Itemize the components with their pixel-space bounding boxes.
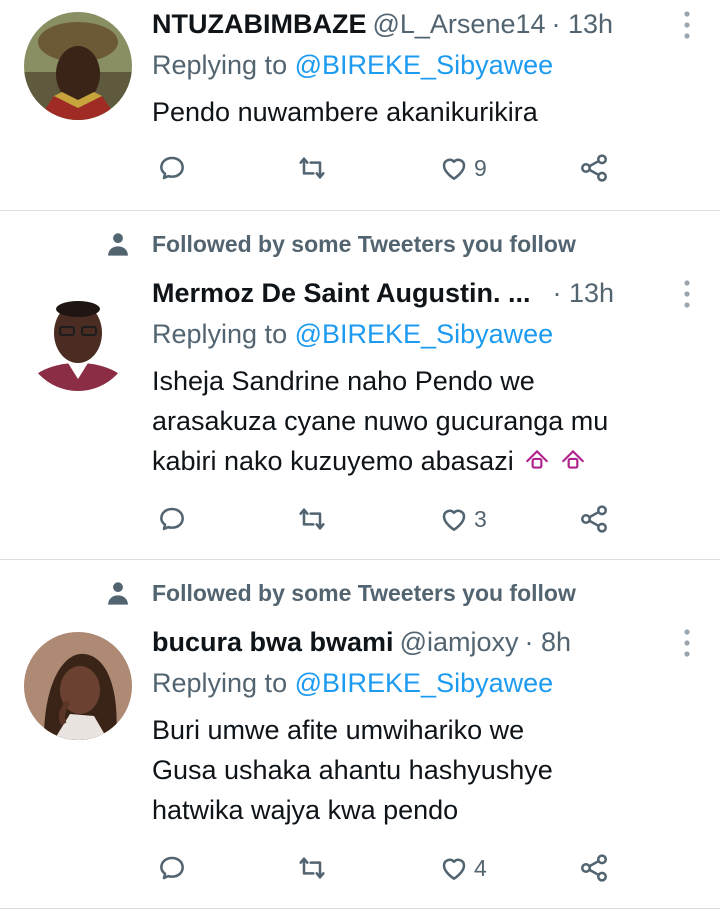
divider: [0, 908, 720, 909]
replying-to: Replying to @BIREKE_Sibyawee: [152, 319, 553, 350]
mention-link[interactable]: @BIREKE_Sibyawee: [295, 319, 554, 349]
display-name[interactable]: Mermoz De Saint Augustin. ...: [152, 278, 531, 309]
replying-to-label: Replying to: [152, 50, 288, 80]
like-icon: [442, 858, 466, 880]
share-button[interactable]: [578, 848, 610, 888]
like-button[interactable]: 4: [438, 848, 487, 888]
like-count: 4: [474, 854, 487, 881]
reply-button[interactable]: [156, 148, 188, 188]
person-icon: [108, 233, 128, 256]
social-context-text: Followed by some Tweeters you follow: [152, 579, 576, 606]
tweet[interactable]: Followed by some Tweeters you follow Mer…: [0, 211, 720, 559]
tweet-text-line: Isheja Sandrine naho Pendo we: [152, 366, 535, 396]
avatar[interactable]: [24, 283, 132, 391]
tweet-text-line: hatwika wajya kwa pendo: [152, 795, 459, 825]
tweet[interactable]: Followed by some Tweeters you follow buc…: [0, 560, 720, 908]
reply-button[interactable]: [156, 848, 188, 888]
tweet-text-line: arasakuza cyane nuwo gucuranga mu: [152, 406, 609, 436]
retweet-button[interactable]: [296, 848, 328, 888]
share-icon: [581, 505, 607, 533]
user-handle[interactable]: @L_Arsene14: [372, 9, 545, 40]
tweet-text-line-content: kabiri nako kuzuyemo abasazi: [152, 446, 514, 476]
retweet-button[interactable]: [296, 499, 328, 539]
tweet-header: NTUZABIMBAZE @L_Arsene14 · 13h: [152, 4, 690, 44]
emoji-icon: [561, 450, 584, 469]
reply-icon: [160, 156, 184, 180]
share-icon: [581, 854, 607, 882]
tweet-text-line: kabiri nako kuzuyemo abasazi: [152, 441, 690, 481]
reply-icon: [160, 507, 184, 531]
timestamp[interactable]: · 8h: [525, 627, 572, 658]
display-name[interactable]: bucura bwa bwami: [152, 627, 394, 658]
more-icon[interactable]: [682, 628, 692, 658]
replying-to: Replying to @BIREKE_Sibyawee: [152, 50, 553, 81]
timestamp[interactable]: · 13h: [553, 278, 615, 309]
tweet[interactable]: NTUZABIMBAZE @L_Arsene14 · 13h Replying …: [0, 0, 720, 210]
mention-link[interactable]: @BIREKE_Sibyawee: [295, 50, 554, 80]
social-context: Followed by some Tweeters you follow: [104, 578, 576, 608]
user-handle[interactable]: @iamjoxy: [400, 627, 519, 658]
tweet-text: Isheja Sandrine naho Pendo we arasakuza …: [152, 361, 690, 481]
mention-link[interactable]: @BIREKE_Sibyawee: [295, 668, 554, 698]
share-icon: [581, 154, 607, 182]
tweet-text-line: Pendo nuwambere akanikurikira: [152, 97, 538, 127]
retweet-icon: [299, 857, 325, 879]
display-name[interactable]: NTUZABIMBAZE: [152, 9, 366, 40]
avatar[interactable]: [24, 12, 132, 120]
tweet-header: Mermoz De Saint Augustin. ... · 13h: [152, 273, 690, 313]
tweet-text-line: Gusa ushaka ahantu hashyushye: [152, 755, 553, 785]
tweet-actions: 9: [0, 148, 720, 188]
replying-to-label: Replying to: [152, 668, 288, 698]
tweet-header: bucura bwa bwami @iamjoxy · 8h: [152, 622, 690, 662]
more-icon[interactable]: [682, 10, 692, 40]
emoji-icon: [525, 450, 548, 469]
tweet-text: Pendo nuwambere akanikurikira: [152, 92, 690, 132]
share-button[interactable]: [578, 499, 610, 539]
like-button[interactable]: 9: [438, 148, 487, 188]
tweet-actions: 4: [0, 848, 720, 888]
tweet-text: Buri umwe afite umwihariko we Gusa ushak…: [152, 710, 690, 830]
tweet-text-line: Buri umwe afite umwihariko we: [152, 715, 525, 745]
retweet-icon: [299, 508, 325, 530]
timestamp[interactable]: · 13h: [552, 9, 614, 40]
avatar[interactable]: [24, 632, 132, 740]
like-count: 3: [474, 505, 487, 532]
replying-to: Replying to @BIREKE_Sibyawee: [152, 668, 553, 699]
replying-to-label: Replying to: [152, 319, 288, 349]
reply-button[interactable]: [156, 499, 188, 539]
share-button[interactable]: [578, 148, 610, 188]
reply-icon: [160, 856, 184, 880]
like-icon: [442, 158, 466, 180]
like-count: 9: [474, 154, 487, 181]
more-icon[interactable]: [682, 279, 692, 309]
social-context-text: Followed by some Tweeters you follow: [152, 230, 576, 257]
retweet-button[interactable]: [296, 148, 328, 188]
social-context: Followed by some Tweeters you follow: [104, 229, 576, 259]
tweet-actions: 3: [0, 499, 720, 539]
retweet-icon: [299, 157, 325, 179]
like-icon: [442, 509, 466, 531]
like-button[interactable]: 3: [438, 499, 487, 539]
person-icon: [108, 582, 128, 605]
